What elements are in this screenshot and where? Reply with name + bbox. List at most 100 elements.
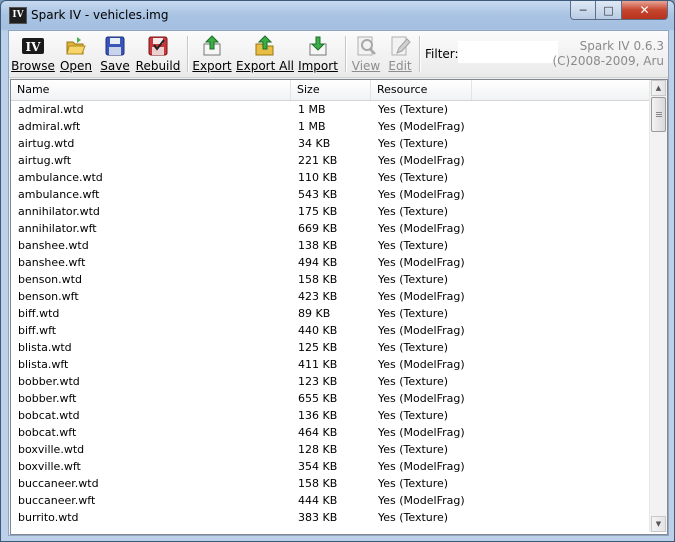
- table-row[interactable]: biff.wft 440 KB Yes (ModelFrag): [11, 322, 651, 339]
- file-name: admiral.wft: [18, 120, 81, 133]
- table-row[interactable]: banshee.wft 494 KB Yes (ModelFrag): [11, 254, 651, 271]
- file-name: bobber.wft: [18, 392, 77, 405]
- file-resource: Yes (ModelFrag): [378, 256, 465, 269]
- column-header-resource[interactable]: Resource: [371, 80, 472, 100]
- filter-label: Filter:: [425, 47, 459, 61]
- file-size: 158 KB: [298, 273, 338, 286]
- file-name: blista.wtd: [18, 341, 72, 354]
- file-size: 89 KB: [298, 307, 331, 320]
- file-resource: Yes (ModelFrag): [378, 494, 465, 507]
- table-row[interactable]: banshee.wtd 138 KB Yes (Texture): [11, 237, 651, 254]
- table-row[interactable]: buccaneer.wtd 158 KB Yes (Texture): [11, 475, 651, 492]
- view-button[interactable]: View: [350, 34, 382, 74]
- table-row[interactable]: admiral.wtd 1 MB Yes (Texture): [11, 101, 651, 118]
- maximize-icon: □: [603, 3, 614, 17]
- file-name: ambulance.wtd: [18, 171, 103, 184]
- table-row[interactable]: bobber.wtd 123 KB Yes (Texture): [11, 373, 651, 390]
- file-resource: Yes (Texture): [378, 375, 449, 388]
- file-name: admiral.wtd: [18, 103, 84, 116]
- file-name: annihilator.wft: [18, 222, 97, 235]
- table-row[interactable]: boxville.wtd 128 KB Yes (Texture): [11, 441, 651, 458]
- file-resource: Yes (ModelFrag): [378, 188, 465, 201]
- file-size: 444 KB: [298, 494, 338, 507]
- open-button[interactable]: Open: [59, 34, 93, 74]
- browse-button[interactable]: IV Browse: [11, 34, 55, 74]
- table-row[interactable]: bobcat.wtd 136 KB Yes (Texture): [11, 407, 651, 424]
- toolbar-separator: [345, 36, 347, 72]
- file-name: boxville.wft: [18, 460, 81, 473]
- maximize-button[interactable]: □: [596, 1, 622, 20]
- file-size: 110 KB: [298, 171, 338, 184]
- export-label: Export: [192, 59, 232, 73]
- import-icon: [307, 35, 329, 57]
- file-size: 128 KB: [298, 443, 338, 456]
- file-size: 136 KB: [298, 409, 338, 422]
- scroll-up-icon: ▲: [655, 84, 662, 92]
- list-rows: admiral.wtd 1 MB Yes (Texture) admiral.wft 1…: [11, 101, 651, 526]
- file-resource: Yes (ModelFrag): [378, 460, 465, 473]
- table-row[interactable]: blista.wtd 125 KB Yes (Texture): [11, 339, 651, 356]
- table-row[interactable]: annihilator.wft 669 KB Yes (ModelFrag): [11, 220, 651, 237]
- table-row[interactable]: burrito.wtd 383 KB Yes (Texture): [11, 509, 651, 526]
- rebuild-icon: [147, 35, 169, 57]
- table-row[interactable]: admiral.wft 1 MB Yes (ModelFrag): [11, 118, 651, 135]
- file-resource: Yes (ModelFrag): [378, 426, 465, 439]
- table-row[interactable]: blista.wft 411 KB Yes (ModelFrag): [11, 356, 651, 373]
- file-resource: Yes (Texture): [378, 239, 449, 252]
- scroll-up-button[interactable]: ▲: [651, 80, 666, 96]
- table-row[interactable]: boxville.wft 354 KB Yes (ModelFrag): [11, 458, 651, 475]
- file-size: 543 KB: [298, 188, 338, 201]
- scroll-down-button[interactable]: ▼: [651, 516, 666, 532]
- brand-version: Spark IV 0.6.3: [579, 39, 664, 53]
- table-row[interactable]: bobcat.wft 464 KB Yes (ModelFrag): [11, 424, 651, 441]
- file-name: ambulance.wft: [18, 188, 100, 201]
- table-row[interactable]: benson.wtd 158 KB Yes (Texture): [11, 271, 651, 288]
- title-bar[interactable]: IV Spark IV - vehicles.img ─ □ ✕: [1, 1, 674, 29]
- file-resource: Yes (Texture): [378, 409, 449, 422]
- minimize-button[interactable]: ─: [570, 1, 596, 20]
- filter-input[interactable]: [458, 41, 558, 63]
- table-row[interactable]: annihilator.wtd 175 KB Yes (Texture): [11, 203, 651, 220]
- client-area: IV Browse Open Save Rebuild Export Expor…: [8, 30, 669, 536]
- export-all-button[interactable]: Export All: [236, 34, 294, 74]
- save-button[interactable]: Save: [99, 34, 131, 74]
- vertical-scrollbar[interactable]: ▲ ▼: [649, 80, 667, 532]
- export-button[interactable]: Export: [192, 34, 232, 74]
- open-label: Open: [59, 59, 93, 73]
- edit-label: Edit: [388, 59, 412, 73]
- floppy-disk-icon: [104, 35, 126, 57]
- file-size: 354 KB: [298, 460, 338, 473]
- file-size: 383 KB: [298, 511, 338, 524]
- toolbar: IV Browse Open Save Rebuild Export Expor…: [9, 31, 668, 78]
- table-row[interactable]: benson.wft 423 KB Yes (ModelFrag): [11, 288, 651, 305]
- rebuild-button[interactable]: Rebuild: [136, 34, 180, 74]
- file-name: annihilator.wtd: [18, 205, 100, 218]
- file-size: 221 KB: [298, 154, 338, 167]
- app-icon[interactable]: IV: [9, 7, 27, 24]
- file-name: buccaneer.wft: [18, 494, 96, 507]
- file-resource: Yes (Texture): [378, 307, 449, 320]
- file-list[interactable]: Name Size Resource admiral.wtd 1 MB Yes (T…: [10, 79, 668, 535]
- close-button[interactable]: ✕: [622, 1, 668, 20]
- table-row[interactable]: biff.wtd 89 KB Yes (Texture): [11, 305, 651, 322]
- file-resource: Yes (ModelFrag): [378, 222, 465, 235]
- table-row[interactable]: airtug.wft 221 KB Yes (ModelFrag): [11, 152, 651, 169]
- table-row[interactable]: airtug.wtd 34 KB Yes (Texture): [11, 135, 651, 152]
- rebuild-label: Rebuild: [135, 59, 181, 73]
- file-size: 411 KB: [298, 358, 338, 371]
- file-resource: Yes (ModelFrag): [378, 324, 465, 337]
- table-row[interactable]: bobber.wft 655 KB Yes (ModelFrag): [11, 390, 651, 407]
- column-header-size[interactable]: Size: [291, 80, 371, 100]
- edit-button[interactable]: Edit: [386, 34, 414, 74]
- scroll-thumb[interactable]: [651, 97, 666, 132]
- window-title: Spark IV - vehicles.img: [31, 8, 169, 22]
- app-window: IV Spark IV - vehicles.img ─ □ ✕ IV Brow…: [0, 0, 675, 542]
- table-row[interactable]: buccaneer.wft 444 KB Yes (ModelFrag): [11, 492, 651, 509]
- table-row[interactable]: ambulance.wtd 110 KB Yes (Texture): [11, 169, 651, 186]
- list-header: Name Size Resource: [11, 80, 651, 101]
- column-header-name[interactable]: Name: [11, 80, 291, 100]
- table-row[interactable]: ambulance.wft 543 KB Yes (ModelFrag): [11, 186, 651, 203]
- grip-line: [656, 114, 662, 115]
- file-name: biff.wtd: [18, 307, 60, 320]
- import-button[interactable]: Import: [298, 34, 338, 74]
